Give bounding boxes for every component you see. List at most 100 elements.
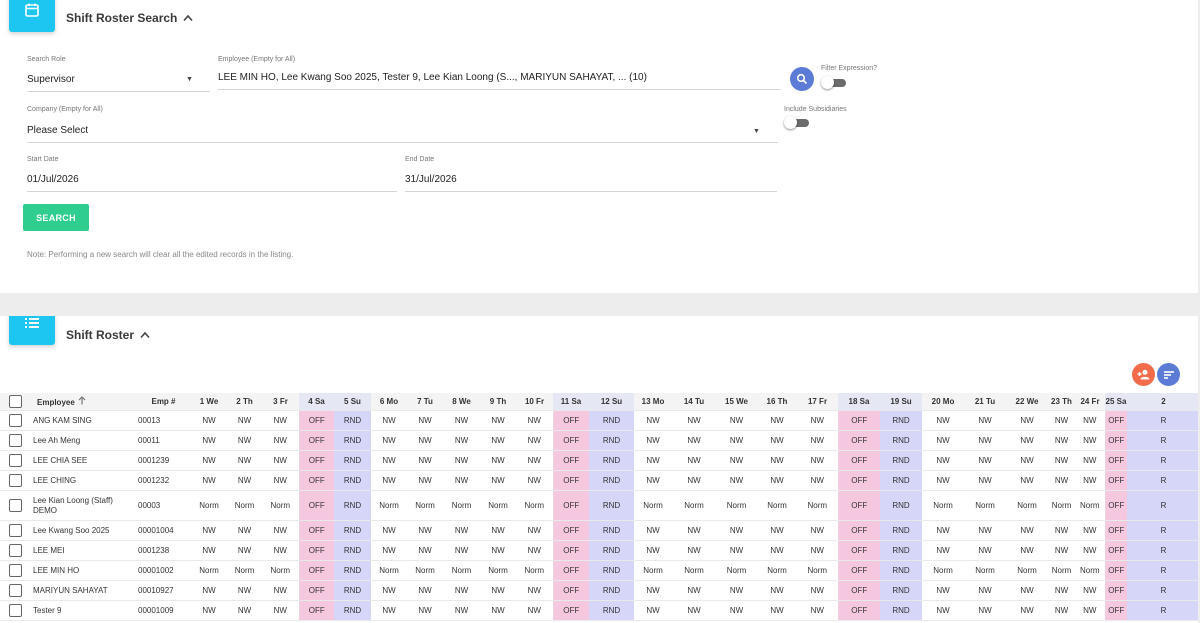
shift-cell[interactable]: OFF — [298, 410, 334, 431]
shift-cell[interactable]: NW — [191, 580, 227, 601]
shift-cell[interactable]: RND — [334, 470, 371, 491]
shift-cell[interactable]: RND — [589, 540, 634, 561]
shift-cell[interactable]: NW — [716, 410, 757, 431]
shift-cell[interactable]: Norm — [191, 490, 227, 521]
shift-cell[interactable]: NW — [407, 450, 443, 471]
shift-cell[interactable]: Norm — [443, 490, 480, 521]
shift-cell[interactable]: OFF — [837, 580, 880, 601]
shift-cell[interactable]: NW — [1006, 600, 1048, 621]
shift-cell[interactable]: OFF — [298, 520, 334, 541]
column-header-day[interactable]: 2 Th — [227, 393, 262, 411]
column-header-day[interactable]: 9 Th — [480, 393, 516, 411]
start-date-field[interactable]: 01/Jul/2026 — [27, 173, 397, 192]
shift-cell[interactable]: R — [1127, 600, 1198, 621]
row-checkbox[interactable] — [9, 584, 22, 597]
shift-cell[interactable]: NW — [371, 520, 407, 541]
shift-cell[interactable]: OFF — [552, 410, 589, 431]
shift-cell[interactable]: OFF — [298, 490, 334, 521]
shift-cell[interactable]: NW — [964, 450, 1006, 471]
shift-cell[interactable]: Norm — [262, 490, 299, 521]
shift-cell[interactable]: NW — [716, 470, 757, 491]
shift-cell[interactable]: NW — [227, 540, 262, 561]
shift-cell[interactable]: NW — [443, 450, 480, 471]
column-header-day[interactable]: 25 Sa — [1105, 393, 1127, 411]
shift-cell[interactable]: NW — [227, 520, 262, 541]
shift-cell[interactable]: RND — [334, 450, 371, 471]
shift-cell[interactable]: NW — [1048, 430, 1075, 451]
shift-cell[interactable]: Norm — [227, 490, 262, 521]
shift-cell[interactable]: OFF — [552, 450, 589, 471]
shift-cell[interactable]: NW — [716, 520, 757, 541]
shift-cell[interactable]: NW — [516, 600, 553, 621]
row-checkbox[interactable] — [9, 544, 22, 557]
shift-cell[interactable]: OFF — [298, 430, 334, 451]
shift-cell[interactable]: NW — [716, 600, 757, 621]
shift-cell[interactable]: NW — [797, 520, 838, 541]
shift-cell[interactable]: NW — [516, 470, 553, 491]
shift-cell[interactable]: NW — [191, 520, 227, 541]
shift-cell[interactable]: NW — [480, 410, 516, 431]
shift-cell[interactable]: Norm — [1075, 490, 1105, 521]
shift-cell[interactable]: NW — [262, 600, 299, 621]
shift-cell[interactable]: NW — [1048, 540, 1075, 561]
shift-cell[interactable]: NW — [1006, 410, 1048, 431]
shift-cell[interactable]: NW — [191, 470, 227, 491]
row-checkbox[interactable] — [9, 524, 22, 537]
shift-cell[interactable]: NW — [516, 520, 553, 541]
shift-cell[interactable]: Norm — [797, 490, 838, 521]
shift-cell[interactable]: OFF — [552, 600, 589, 621]
shift-cell[interactable]: NW — [227, 410, 262, 431]
shift-cell[interactable]: RND — [589, 450, 634, 471]
shift-cell[interactable]: NW — [922, 450, 964, 471]
shift-cell[interactable]: NW — [1075, 540, 1105, 561]
shift-cell[interactable]: NW — [757, 470, 797, 491]
shift-cell[interactable]: NW — [672, 450, 716, 471]
row-checkbox[interactable] — [9, 474, 22, 487]
shift-cell[interactable]: NW — [516, 450, 553, 471]
shift-cell[interactable]: Norm — [922, 490, 964, 521]
shift-cell[interactable]: Norm — [964, 490, 1006, 521]
shift-cell[interactable]: RND — [334, 430, 371, 451]
search-panel-title[interactable]: Shift Roster Search — [66, 11, 193, 25]
shift-cell[interactable]: NW — [191, 450, 227, 471]
shift-cell[interactable]: OFF — [1104, 450, 1127, 471]
shift-cell[interactable]: NW — [227, 470, 262, 491]
shift-cell[interactable]: RND — [880, 430, 922, 451]
shift-cell[interactable]: NW — [797, 410, 838, 431]
shift-cell[interactable]: NW — [227, 600, 262, 621]
search-role-select[interactable]: Supervisor — [27, 73, 210, 92]
shift-cell[interactable]: NW — [716, 450, 757, 471]
column-header-day[interactable]: 8 We — [443, 393, 480, 411]
column-header-day[interactable]: 24 Fr — [1075, 393, 1105, 411]
column-header-day[interactable]: 7 Tu — [407, 393, 443, 411]
shift-cell[interactable]: NW — [480, 520, 516, 541]
shift-cell[interactable]: NW — [1048, 470, 1075, 491]
shift-cell[interactable]: NW — [1006, 450, 1048, 471]
shift-cell[interactable]: RND — [334, 580, 371, 601]
shift-cell[interactable]: RND — [589, 560, 634, 581]
shift-cell[interactable]: Norm — [1006, 560, 1048, 581]
shift-cell[interactable]: RND — [589, 470, 634, 491]
shift-cell[interactable]: OFF — [837, 490, 880, 521]
row-checkbox[interactable] — [9, 564, 22, 577]
shift-cell[interactable]: NW — [672, 410, 716, 431]
shift-cell[interactable]: NW — [262, 540, 299, 561]
shift-cell[interactable]: NW — [672, 580, 716, 601]
shift-cell[interactable]: NW — [371, 470, 407, 491]
shift-cell[interactable]: Norm — [227, 560, 262, 581]
shift-cell[interactable]: NW — [757, 600, 797, 621]
shift-cell[interactable]: RND — [880, 520, 922, 541]
shift-cell[interactable]: NW — [964, 540, 1006, 561]
shift-cell[interactable]: OFF — [837, 450, 880, 471]
shift-cell[interactable]: Norm — [516, 490, 553, 521]
shift-cell[interactable]: NW — [672, 600, 716, 621]
column-header-day[interactable]: 18 Sa — [838, 393, 880, 411]
shift-cell[interactable]: NW — [262, 450, 299, 471]
shift-cell[interactable]: NW — [1075, 470, 1105, 491]
shift-cell[interactable]: NW — [407, 410, 443, 431]
shift-cell[interactable]: NW — [672, 430, 716, 451]
shift-cell[interactable]: RND — [589, 520, 634, 541]
shift-cell[interactable]: NW — [443, 520, 480, 541]
shift-cell[interactable]: OFF — [552, 580, 589, 601]
shift-cell[interactable]: NW — [191, 410, 227, 431]
